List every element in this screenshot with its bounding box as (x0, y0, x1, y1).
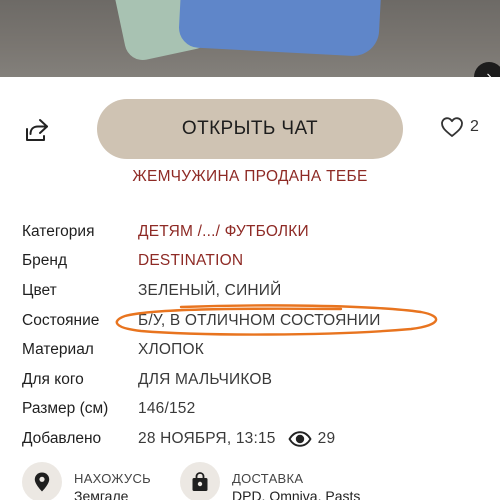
detail-value: Б/У, В ОТЛИЧНОМ СОСТОЯНИИ (138, 311, 381, 329)
favorite-button[interactable]: 2 (440, 116, 479, 138)
detail-label: Цвет (22, 281, 57, 299)
detail-row-audience: Для кого ДЛЯ МАЛЬЧИКОВ (22, 365, 482, 395)
favorites-count: 2 (470, 118, 479, 135)
detail-label: Материал (22, 341, 94, 359)
map-pin-icon (34, 472, 50, 492)
location-title: НАХОЖУСЬ (74, 471, 151, 486)
added-date: 28 НОЯБРЯ, 13:15 (138, 429, 276, 447)
product-details: Категория ДЕТЯМ /.../ ФУТБОЛКИ Бренд DES… (22, 217, 482, 454)
location-value: Земгале (74, 488, 129, 500)
detail-value: ЗЕЛЕНЫЙ, СИНИЙ (138, 281, 282, 299)
share-icon[interactable] (24, 117, 50, 143)
detail-row-brand: Бренд DESTINATION (22, 247, 482, 277)
detail-label: Бренд (22, 252, 68, 270)
location-info: НАХОЖУСЬ Земгале (22, 462, 151, 500)
detail-row-category: Категория ДЕТЯМ /.../ ФУТБОЛКИ (22, 217, 482, 247)
delivery-icon-badge (180, 462, 220, 500)
detail-row-size: Размер (см) 146/152 (22, 395, 482, 425)
detail-row-added: Добавлено 28 НОЯБРЯ, 13:15 29 (22, 424, 482, 454)
shopping-bag-icon (192, 472, 208, 491)
location-icon-badge (22, 462, 62, 500)
open-chat-button[interactable]: ОТКРЫТЬ ЧАТ (97, 99, 403, 159)
sold-status-text: ЖЕМЧУЖИНА ПРОДАНА ТЕБЕ (132, 168, 368, 185)
detail-label: Состояние (22, 311, 100, 329)
blue-shirt-image (177, 0, 383, 58)
detail-label: Размер (см) (22, 400, 109, 418)
eye-icon (288, 431, 312, 447)
detail-label: Добавлено (22, 429, 102, 447)
detail-row-condition: Состояние Б/У, В ОТЛИЧНОМ СОСТОЯНИИ (22, 306, 482, 336)
detail-row-material: Материал ХЛОПОК (22, 335, 482, 365)
detail-value: 28 НОЯБРЯ, 13:15 29 (138, 430, 335, 448)
detail-value: ХЛОПОК (138, 341, 204, 359)
heart-icon (441, 117, 463, 137)
chevron-right-icon[interactable]: › (474, 62, 500, 77)
detail-label: Для кого (22, 370, 84, 388)
detail-value: 146/152 (138, 400, 196, 418)
views-count: 29 (317, 429, 336, 447)
detail-label: Категория (22, 222, 95, 240)
product-photo[interactable]: › (0, 0, 500, 77)
detail-value: ДЛЯ МАЛЬЧИКОВ (138, 370, 273, 388)
delivery-title: ДОСТАВКА (232, 471, 304, 486)
product-page: › ОТКРЫТЬ ЧАТ 2 ЖЕМЧУЖИНА ПРОДАНА ТЕБЕ К… (0, 0, 500, 500)
detail-row-color: Цвет ЗЕЛЕНЫЙ, СИНИЙ (22, 276, 482, 306)
category-link[interactable]: ДЕТЯМ /.../ ФУТБОЛКИ (138, 223, 309, 241)
delivery-info: ДОСТАВКА DPD, Omniva, Pasts (180, 462, 360, 500)
brand-link[interactable]: DESTINATION (138, 252, 243, 270)
delivery-value: DPD, Omniva, Pasts (232, 488, 361, 500)
views-counter: 29 (288, 430, 336, 448)
